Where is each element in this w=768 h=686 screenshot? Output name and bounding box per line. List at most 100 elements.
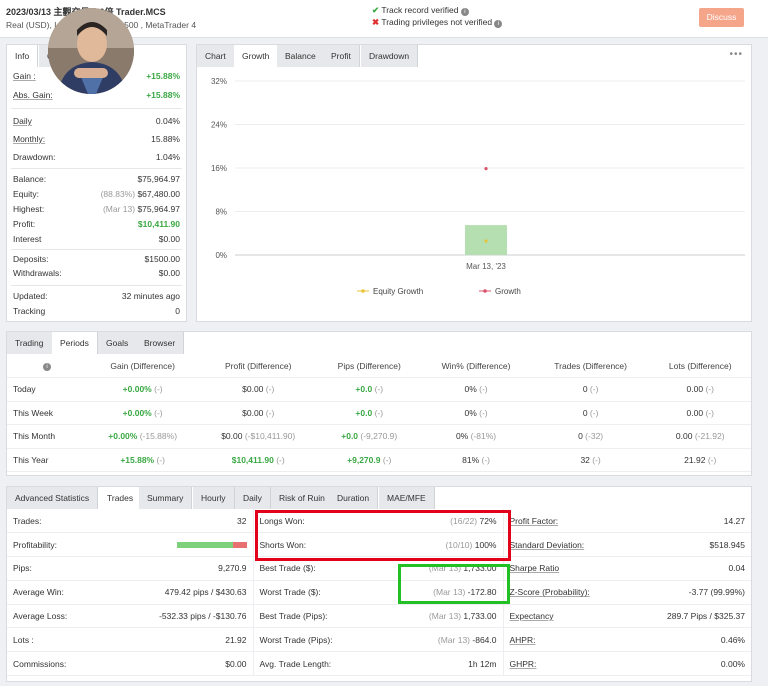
gain-diff: (-) [151,407,163,418]
lots-diff: (-) [705,454,717,465]
avatar [48,8,134,94]
header-win: Win% (Difference) [420,354,532,378]
discuss-button[interactable]: Discuss [699,8,744,27]
abs-gain-label[interactable]: Abs. Gain: [13,88,53,103]
tab-goals[interactable]: Goals [98,332,138,354]
pips-cell: +9,270.9 [347,454,381,465]
profit-diff: (-) [263,407,275,418]
win-cell: 0% [464,384,477,395]
header-lots: Lots (Difference) [649,354,751,378]
table-row: This Year +15.88% (-) $10,411.90 (-) +9,… [7,448,751,472]
chart-menu-icon[interactable]: ••• [729,49,743,60]
sharpe-ratio-value: 0.04 [613,556,751,581]
period-label: This Month [7,424,87,449]
tab-hourly[interactable]: Hourly [193,487,235,509]
z-score-label[interactable]: Z-Score (Probability): [503,580,613,605]
period-label: Today [7,377,87,402]
updated-label: Updated: [13,291,48,301]
abs-gain-value: +15.88% [146,90,180,100]
monthly-value: 15.88% [151,134,180,144]
deposits-value: $1500.00 [144,254,180,264]
table-row: Lots : 21.92 Worst Trade (Pips): (Mar 13… [7,627,751,653]
tab-mae-mfe[interactable]: MAE/MFE [379,487,435,509]
profit-cell: $0.00 [242,384,264,395]
trades-diff: (-32) [582,431,604,442]
ahpr-label[interactable]: AHPR: [503,627,613,653]
gain-diff: (-) [154,454,165,465]
highest-label: Highest: [13,204,45,214]
y-tick-label: 16% [211,164,227,173]
lots-diff: (-) [703,384,714,395]
trades-diff: (-) [587,407,599,418]
tab-advanced-statistics[interactable]: Advanced Statistics [7,487,99,509]
win-diff: (-) [476,407,488,418]
profit-factor-value: 14.27 [613,509,751,534]
legend-swatch-dot [361,289,365,293]
tab-summary[interactable]: Summary [139,487,193,509]
tracking-label: Tracking [13,306,46,316]
highest-value: $75,964.97 [137,204,180,214]
trades-cell: 32 [580,454,590,465]
tab-chart[interactable]: Chart [197,45,235,67]
legend-label: Growth [495,287,521,296]
interest-label: Interest [13,234,42,244]
pips-label: Pips: [7,556,77,581]
trades-diff: (-) [589,454,601,465]
updated-value: 32 minutes ago [121,291,180,301]
tab-info[interactable]: Info [7,45,39,67]
header-pips: Pips (Difference) [318,354,421,378]
tab-trading[interactable]: Trading [7,332,53,354]
gain-value: +15.88% [146,71,180,81]
red-highlight-box [255,510,511,561]
tab-balance[interactable]: Balance [277,45,325,67]
profit-factor-label[interactable]: Profit Factor: [503,509,613,534]
drawdown-value: 1.04% [155,152,180,162]
average-loss-label: Average Loss: [7,604,77,629]
gain-label[interactable]: Gain : [13,69,36,84]
expectancy-label[interactable]: Expectancy [503,604,613,629]
ghpr-label[interactable]: GHPR: [503,651,613,677]
daily-label[interactable]: Daily [13,114,32,129]
win-cell: 0% [455,431,469,442]
tab-drawdown[interactable]: Drawdown [361,45,419,67]
tab-profit[interactable]: Profit [323,45,360,67]
tab-duration[interactable]: Duration [329,487,379,509]
avg-trade-length-label: Avg. Trade Length: [253,651,373,677]
worst-trade-pips-value: -864.0 [472,634,497,645]
table-row: This Month +0.00% (-15.88%) $0.00 (-$10,… [7,424,751,449]
pips-diff: (-) [372,407,384,418]
deposits-label: Deposits: [13,254,49,264]
best-trade-pips-value: 1,733.00 [463,611,497,622]
gain-cell: +0.00% [122,407,152,418]
average-win-value: 479.42 pips / $430.63 [77,580,254,605]
tab-browser[interactable]: Browser [136,332,185,354]
info-icon[interactable]: i [494,20,503,28]
info-icon[interactable]: i [43,363,51,371]
lots-diff: (-21.92) [692,431,725,442]
periods-panel: Trading Periods Goals Browser i Gain (Di… [6,331,752,476]
z-score-value: -3.77 (99.99%) [613,580,751,605]
interest-value: $0.00 [158,234,180,244]
sharpe-ratio-label[interactable]: Sharpe Ratio [503,556,613,581]
gain-cell: +15.88% [120,454,155,465]
monthly-label[interactable]: Monthly: [13,132,45,147]
gain-diff: (-) [151,384,163,395]
profit-cell: $0.00 [221,431,243,442]
equity-note: (88.83%) [100,189,136,199]
info-icon[interactable]: i [460,8,469,16]
tab-trades[interactable]: Trades [99,487,143,509]
equity-value: $67,480.00 [137,189,180,199]
account-subtitle-right: 1:500 , MetaTrader 4 [117,20,197,30]
table-row: Average Win: 479.42 pips / $430.63 Worst… [7,580,751,605]
growth-chart: 32% 24% 16% 8% 0% Mar 13, '23 Equity Growth Gro… [211,77,745,296]
balance-label: Balance: [13,174,47,184]
tab-risk-of-ruin[interactable]: Risk of Ruin [271,487,334,509]
gain-cell: +0.00% [122,384,152,395]
profit-diff: (-) [273,454,285,465]
ghpr-value: 0.00% [613,651,751,677]
tab-periods[interactable]: Periods [52,332,98,354]
win-diff: (-) [479,454,490,465]
tab-daily[interactable]: Daily [235,487,271,509]
standard-deviation-label[interactable]: Standard Deviation: [503,532,613,558]
tab-growth[interactable]: Growth [234,45,279,67]
